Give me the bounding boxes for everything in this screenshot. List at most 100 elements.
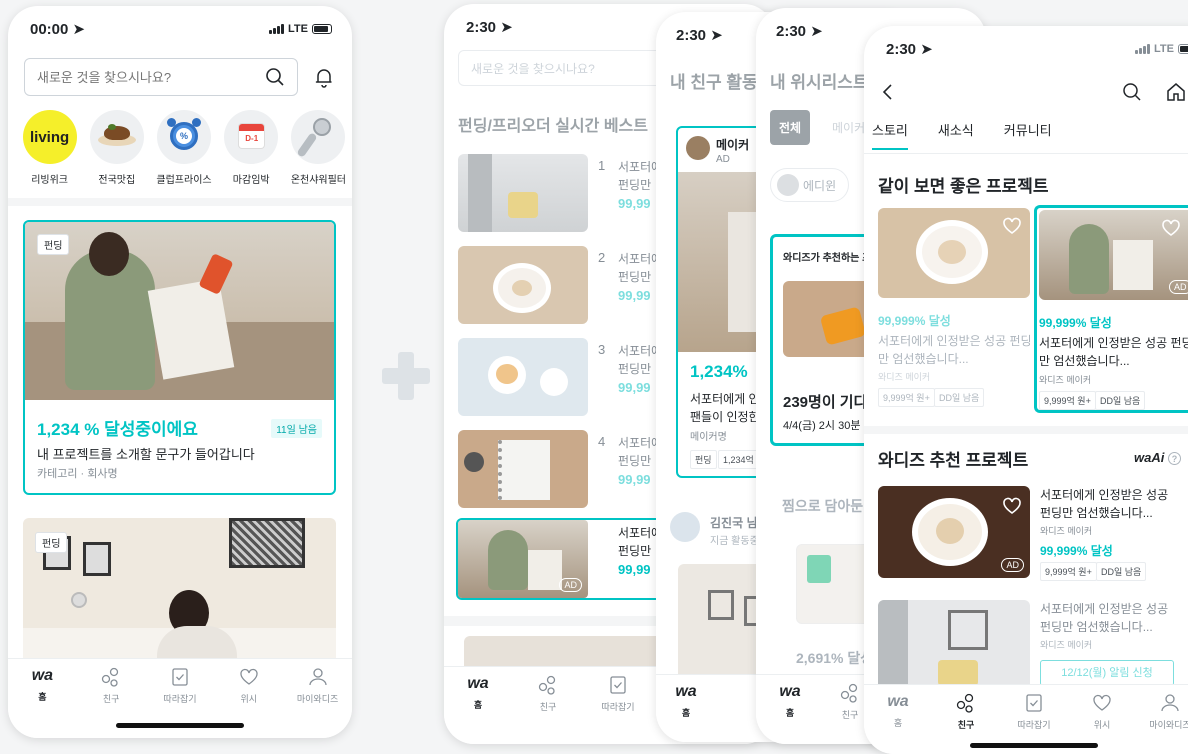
status-time: 00:00 ➤ <box>30 21 86 38</box>
featured-card[interactable]: 펀딩 1,234 % 달성중이에요 11일 남음 내 프로젝트를 소개할 문구가… <box>23 220 336 495</box>
item-thumbnail: AD <box>458 520 588 598</box>
item-desc: 펀딩만 엄선했습니다... <box>1040 620 1153 634</box>
heart-icon[interactable] <box>1002 496 1022 516</box>
divider <box>864 153 1188 154</box>
category-shower-filter[interactable]: 온천샤워필터 <box>285 110 352 190</box>
ad-badge: AD <box>1001 558 1024 572</box>
filter-tab-all[interactable]: 전체 <box>770 110 811 145</box>
tab-community[interactable]: 커뮤니티 <box>1004 120 1052 150</box>
item-desc: 펀딩만 <box>618 362 652 376</box>
card-desc: 서포터에게 인정받은 성공 펀딩 <box>1039 336 1188 350</box>
alarm-clock-icon: % <box>157 110 211 164</box>
tab-home[interactable]: wa 홈 <box>448 675 508 713</box>
category-row: living 리빙위크 전국맛집 % 클럽프라이스 D-1 마감임박 온천샤워필… <box>16 110 352 190</box>
rank: 2 <box>598 250 606 265</box>
related-card-highlighted[interactable]: AD 99,999% 달성 서포터에게 인정받은 성공 펀딩 만 엄선했습니다.… <box>1034 205 1188 413</box>
notify-button[interactable]: 12/12(월) 알림 신청 <box>1040 660 1174 686</box>
related-card[interactable]: 99,999% 달성 서포터에게 인정받은 성공 펀딩 만 엄선했습니다... … <box>878 208 1032 408</box>
tab-catchup[interactable]: 따라잡기 <box>150 667 210 705</box>
search-icon[interactable] <box>265 67 285 87</box>
friends-icon <box>956 693 974 713</box>
tab-home[interactable]: wa 홈 <box>868 693 928 731</box>
category-label: 마감임박 <box>232 175 270 186</box>
location-arrow-icon: ➤ <box>72 21 86 38</box>
open-date: 4/4(금) 2시 30분 <box>783 420 861 432</box>
chip: DD일 남음 <box>1096 562 1147 581</box>
item-desc: 펀딩만 <box>618 178 652 192</box>
search-bar[interactable] <box>24 58 298 96</box>
maker-name: 와디즈 메이커 <box>1040 526 1093 536</box>
tab-label: 위시 <box>1093 720 1111 730</box>
bell-icon[interactable] <box>313 66 335 88</box>
item-rate: 99,99 <box>618 196 651 211</box>
funding-badge: 펀딩 <box>37 234 70 255</box>
achieve-rate: 99,999% 달성 <box>1039 316 1112 330</box>
chip-label: 에디윈 <box>803 178 837 193</box>
phone-project-detail: 2:30 ➤ LTE 스토리 새소식 커뮤니티 같이 보면 좋은 프로젝트 99… <box>864 26 1188 754</box>
search-icon[interactable] <box>1122 82 1142 102</box>
showcase-stage: 00:00 ➤ LTE living 리빙위크 <box>0 0 1188 754</box>
chip: DD일 남음 <box>1095 391 1146 410</box>
tab-my[interactable]: 마이와디즈 <box>1140 693 1188 731</box>
recommend-title: 와디즈가 추천하는 프 <box>783 253 872 264</box>
tab-my[interactable]: 마이와디즈 <box>288 667 348 705</box>
detail-tabs: 스토리 새소식 커뮤니티 <box>872 120 1052 150</box>
category-club-price[interactable]: % 클럽프라이스 <box>150 110 217 190</box>
heart-icon[interactable] <box>1002 216 1022 236</box>
tab-label: 홈 <box>893 718 903 728</box>
tab-label: 친구 <box>841 710 859 720</box>
friends-icon <box>102 667 119 687</box>
tab-story[interactable]: 스토리 <box>872 120 908 150</box>
heart-icon[interactable] <box>1161 218 1181 238</box>
tab-friends[interactable]: 친구 <box>518 675 578 713</box>
achieve-rate: 2,691% 달성 <box>796 650 874 666</box>
waiting-count: 239명이 기다 <box>783 394 868 411</box>
tab-wish[interactable]: 위시 <box>1072 693 1132 731</box>
plus-icon <box>382 352 430 400</box>
divider <box>864 426 1188 434</box>
tab-home[interactable]: wa 홈 <box>12 667 72 705</box>
card-image <box>25 222 334 400</box>
help-icon[interactable]: ? <box>1167 452 1181 465</box>
filter-tab-maker[interactable]: 메이커 <box>832 119 865 136</box>
tab-wish[interactable]: 위시 <box>219 667 279 705</box>
item-rate: 99,99 <box>618 288 651 303</box>
tab-catchup[interactable]: 따라잡기 <box>1004 693 1064 731</box>
tab-home[interactable]: wa 홈 <box>760 683 820 721</box>
bottom-tab-bar: wa 홈 친구 따라잡기 위시 마이와디즈 <box>8 658 352 738</box>
section-title: 펀딩/프리오더 실시간 베스트 <box>458 118 648 135</box>
days-left-badge: 11일 남음 <box>271 419 322 438</box>
wadiz-logo: wa <box>779 683 801 700</box>
recommend-item[interactable]: AD 서포터에게 인정받은 성공 펀딩만 엄선했습니다... 와디즈 메이커 9… <box>878 486 1188 582</box>
wadiz-logo: wa <box>467 675 489 692</box>
calendar-icon: D-1 <box>224 110 279 164</box>
recommend-item[interactable]: 서포터에게 인정받은 성공 펀딩만 엄선했습니다... 와디즈 메이커 12/1… <box>878 600 1188 690</box>
chip-avatar <box>777 174 799 196</box>
section-title: 찜으로 담아둔 <box>782 498 864 514</box>
funding-badge: 펀딩 <box>35 532 68 553</box>
search-input[interactable] <box>37 69 237 85</box>
checklist-icon <box>610 676 626 694</box>
calendar-text: D-1 <box>245 134 259 143</box>
tab-friends[interactable]: 친구 <box>936 693 996 731</box>
tab-friends[interactable]: 친구 <box>81 667 141 705</box>
tab-catchup[interactable]: 따라잡기 <box>588 675 648 713</box>
tab-label: 친구 <box>102 694 120 704</box>
category-label: 리빙위크 <box>31 175 68 186</box>
category-local-food[interactable]: 전국맛집 <box>83 110 150 190</box>
project-card[interactable]: 펀딩 <box>23 518 336 678</box>
item-thumbnail <box>458 154 588 232</box>
category-closing-soon[interactable]: D-1 마감임박 <box>218 110 285 190</box>
category-living-week[interactable]: living 리빙위크 <box>16 110 83 190</box>
back-icon[interactable] <box>878 82 898 102</box>
filter-chip[interactable]: 에디윈 <box>770 168 850 202</box>
maker-name: 와디즈 메이커 <box>1039 375 1092 385</box>
home-icon[interactable] <box>1166 82 1186 102</box>
tab-news[interactable]: 새소식 <box>938 120 974 150</box>
food-icon <box>89 110 144 164</box>
card-meta: 카테고리 · 회사명 <box>37 468 118 480</box>
item-desc: 서포터에게 인정받은 성공 <box>1040 602 1169 616</box>
category-label: 전국맛집 <box>98 175 136 186</box>
shower-head-icon <box>291 110 346 164</box>
category-label: 클럽프라이스 <box>156 175 212 186</box>
